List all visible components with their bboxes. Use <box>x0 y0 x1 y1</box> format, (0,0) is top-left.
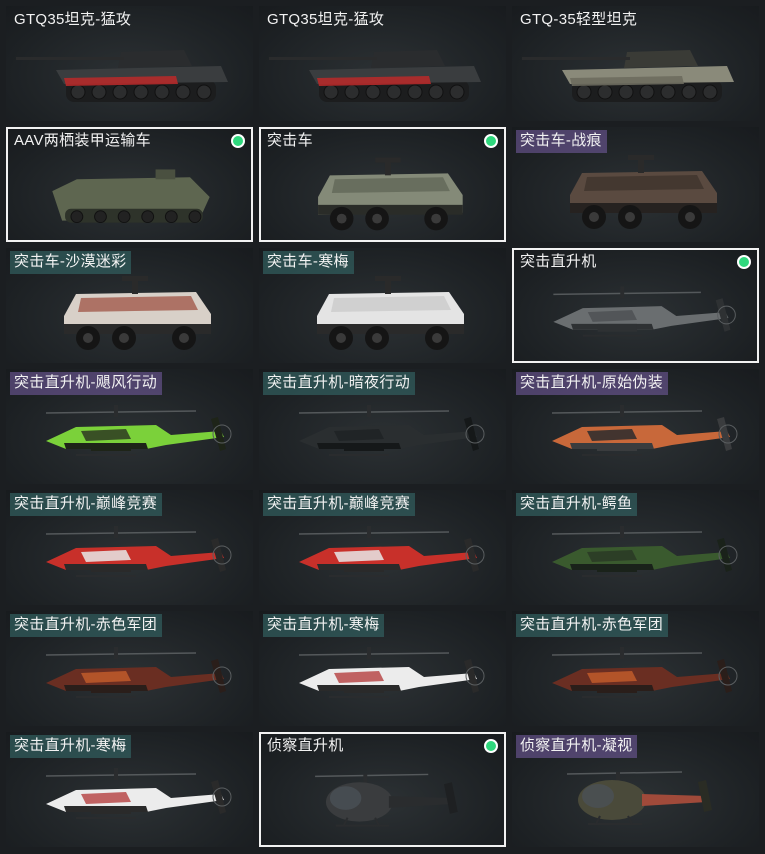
vehicle-image <box>64 276 211 350</box>
equipped-indicator-icon <box>484 739 498 753</box>
vehicle-card[interactable]: AAV两栖装甲运输车 <box>6 127 253 242</box>
vehicle-card[interactable]: 突击直升机-寒梅 <box>259 611 506 726</box>
vehicle-image <box>45 405 232 456</box>
vehicle-card[interactable]: 侦察直升机-凝视 <box>512 732 759 847</box>
vehicle-card[interactable]: 突击直升机-赤色军团 <box>512 611 759 726</box>
vehicle-name: 突击直升机 <box>520 253 597 270</box>
vehicle-image <box>566 771 712 825</box>
vehicle-card[interactable]: 突击车 <box>259 127 506 242</box>
vehicle-image <box>522 50 734 102</box>
vehicle-card[interactable]: 突击直升机 <box>512 248 759 363</box>
vehicle-image <box>52 169 210 224</box>
vehicle-name: AAV两栖装甲运输车 <box>14 132 151 149</box>
vehicle-image <box>318 157 463 231</box>
vehicle-image <box>45 768 232 819</box>
vehicle-image <box>298 526 485 577</box>
vehicle-card[interactable]: 突击车-战痕 <box>512 127 759 242</box>
vehicle-card[interactable]: 突击直升机-寒梅 <box>6 732 253 847</box>
equipped-indicator-icon <box>231 134 245 148</box>
vehicle-card[interactable]: GTQ35坦克-猛攻 <box>6 6 253 121</box>
vehicle-card[interactable]: GTQ35坦克-猛攻 <box>259 6 506 121</box>
vehicle-image <box>45 647 232 698</box>
vehicle-card[interactable]: 侦察直升机 <box>259 732 506 847</box>
vehicle-card[interactable]: 突击直升机-暗夜行动 <box>259 369 506 484</box>
vehicle-image <box>298 647 485 698</box>
vehicle-image <box>551 526 738 577</box>
vehicle-card[interactable]: 突击直升机-赤色军团 <box>6 611 253 726</box>
vehicle-card[interactable]: GTQ-35轻型坦克 <box>512 6 759 121</box>
vehicle-image <box>551 647 738 698</box>
vehicle-card[interactable]: 突击直升机-鳄鱼 <box>512 490 759 605</box>
vehicle-image <box>553 286 736 337</box>
vehicle-name: 突击车 <box>267 132 313 149</box>
vehicle-image <box>45 526 232 577</box>
vehicle-image <box>551 405 738 456</box>
vehicle-card[interactable]: 突击直升机-飓风行动 <box>6 369 253 484</box>
vehicle-card[interactable]: 突击直升机-巅峰竞赛 <box>6 490 253 605</box>
vehicle-card[interactable]: 突击直升机-原始伪装 <box>512 369 759 484</box>
vehicle-image <box>269 50 481 102</box>
vehicle-image <box>315 773 458 827</box>
vehicle-card[interactable]: 突击车-寒梅 <box>259 248 506 363</box>
equipped-indicator-icon <box>484 134 498 148</box>
vehicle-image <box>570 155 717 229</box>
vehicle-name: 侦察直升机 <box>267 737 344 754</box>
vehicle-grid: GTQ35坦克-猛攻 GTQ35坦克-猛攻 GTQ-35轻型坦克 AAV两栖装甲… <box>0 0 765 854</box>
vehicle-card[interactable]: 突击车-沙漠迷彩 <box>6 248 253 363</box>
equipped-indicator-icon <box>737 255 751 269</box>
vehicle-image <box>298 405 485 456</box>
vehicle-image <box>16 50 228 102</box>
vehicle-image <box>317 276 464 350</box>
vehicle-card[interactable]: 突击直升机-巅峰竞赛 <box>259 490 506 605</box>
